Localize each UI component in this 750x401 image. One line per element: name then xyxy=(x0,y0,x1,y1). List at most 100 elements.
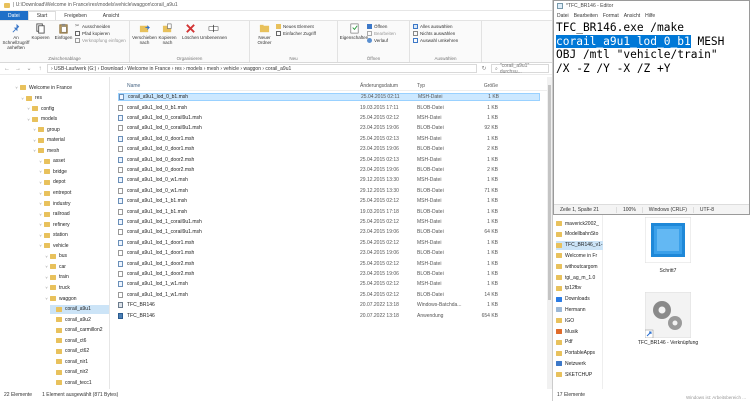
nav-item[interactable]: ˅ train xyxy=(44,273,68,282)
nav-item[interactable]: ˅ res xyxy=(20,94,42,103)
file-row[interactable]: corail_a9u1_lod_1_door2.msh 25.04.2015 02… xyxy=(118,259,540,267)
nav-item[interactable]: corail_nir1 xyxy=(50,357,88,366)
nav-item[interactable]: ˅ vehicle xyxy=(38,241,68,250)
column-size[interactable]: Größe xyxy=(468,83,498,89)
paste-button[interactable]: Einfügen xyxy=(52,23,75,40)
nav-item[interactable]: corail_carmillon2 xyxy=(50,326,103,335)
nav-item[interactable]: ˅ mesh xyxy=(32,146,59,155)
chevron-icon[interactable]: ˅ xyxy=(38,222,43,227)
nav-item[interactable]: corail_ct6 xyxy=(50,336,86,345)
file-list[interactable]: Name Änderungsdatum Typ Größe corail_a9u… xyxy=(110,77,552,389)
file-row[interactable]: corail_a9u1_lod_0_door1.msh 23.04.2015 19… xyxy=(118,145,540,153)
chevron-icon[interactable]: ˅ xyxy=(32,138,37,143)
nav-item[interactable]: ˅ bridge xyxy=(38,167,67,176)
chevron-down-icon[interactable]: ⌄ xyxy=(25,65,33,72)
nav-item[interactable]: ˅ config xyxy=(26,104,54,113)
second-nav-item[interactable]: tp12fbv xyxy=(556,284,581,293)
pin-quick-access-button[interactable]: An Schnellzugriff anheften xyxy=(3,23,29,50)
cut-button[interactable]: ✂ Ausschneiden xyxy=(75,24,126,30)
tab-freigeben[interactable]: Freigeben xyxy=(56,11,95,20)
menu-format[interactable]: Format xyxy=(603,13,619,19)
nav-item[interactable]: ˅ refinery xyxy=(38,220,69,229)
nav-item[interactable]: ˅ industry xyxy=(38,199,70,208)
nav-item[interactable]: ˅ depot xyxy=(38,178,65,187)
edit-button[interactable]: Bearbeiten xyxy=(367,31,396,36)
chevron-icon[interactable]: ˅ xyxy=(38,212,43,217)
second-nav-item[interactable]: Netzwerk xyxy=(556,359,586,368)
second-nav-item[interactable]: Downloads xyxy=(556,295,590,304)
file-row[interactable]: corail_a9u1_lod_0_w1.msh 29.12.2015 13:30… xyxy=(118,187,540,195)
delete-button[interactable]: Löschen xyxy=(179,23,202,40)
nav-item[interactable]: ˅ group xyxy=(32,125,59,134)
nav-item[interactable]: ˅ truck xyxy=(44,283,70,292)
second-nav-item[interactable]: Musik xyxy=(556,327,578,336)
copy-button[interactable]: Kopieren xyxy=(29,23,52,40)
second-nav-item[interactable]: SKETCHUP xyxy=(556,370,592,379)
file-row[interactable]: corail_a9u1_lod_1_door1.msh 25.04.2015 02… xyxy=(118,239,540,247)
tab-start[interactable]: Start xyxy=(27,11,57,20)
nav-item[interactable]: ˅ asset xyxy=(38,157,65,166)
chevron-icon[interactable]: ˅ xyxy=(44,285,49,290)
chevron-icon[interactable]: ˅ xyxy=(38,180,43,185)
menu-ansicht[interactable]: Ansicht xyxy=(624,13,640,19)
chevron-icon[interactable]: ˅ xyxy=(32,148,37,153)
chevron-icon[interactable]: ˅ xyxy=(44,275,49,280)
rename-button[interactable]: Umbenennen xyxy=(200,23,227,40)
file-row[interactable]: corail_a9u1_lod_0_w1.msh 29.12.2015 13:30… xyxy=(118,176,540,184)
chevron-icon[interactable]: ˅ xyxy=(38,243,43,248)
search-input[interactable]: ⌕ "corail_a9u1" durchsu... xyxy=(491,63,549,75)
file-row[interactable]: corail_a9u1_lod_0_corail9u1.msh 23.04.201… xyxy=(118,124,540,132)
chevron-icon[interactable]: ˅ xyxy=(26,106,31,111)
chevron-icon[interactable]: ˅ xyxy=(44,264,49,269)
paste-shortcut-button[interactable]: Verknüpfung einfügen xyxy=(75,38,126,43)
history-button[interactable]: Verlauf xyxy=(367,38,396,43)
chevron-icon[interactable]: ˅ xyxy=(38,191,43,196)
chevron-icon[interactable]: ˅ xyxy=(38,169,43,174)
menu-datei[interactable]: Datei xyxy=(557,13,569,19)
tile-schritt7[interactable]: Schritt7 xyxy=(644,216,692,274)
refresh-icon[interactable]: ↻ xyxy=(480,65,488,72)
second-nav-item[interactable]: PortableApps xyxy=(556,349,595,358)
second-navigation-pane[interactable]: maverick2002_ ModellbahnSto TFC_BR146_v1- W… xyxy=(553,215,603,389)
column-date[interactable]: Änderungsdatum xyxy=(360,83,417,89)
new-element-button[interactable]: Neues Element xyxy=(276,24,316,29)
file-row[interactable]: corail_a9u1_lod_1_b1.msh 19.03.2015 17:18… xyxy=(118,207,540,215)
select-all-button[interactable]: Alles auswählen xyxy=(413,24,458,29)
column-name[interactable]: Name xyxy=(118,83,360,89)
file-row[interactable]: corail_a9u1_lod_1_w1.msh 25.04.2015 02:12… xyxy=(118,291,540,299)
column-type[interactable]: Typ xyxy=(417,83,468,89)
nav-item[interactable]: ˅ waggon xyxy=(44,294,76,303)
nav-item[interactable]: ˅ Welcome in France xyxy=(14,83,72,92)
file-row[interactable]: corail_a9u1_lod_0_door2.msh 23.04.2015 19… xyxy=(118,166,540,174)
second-nav-item[interactable]: IGO xyxy=(556,316,574,325)
chevron-icon[interactable]: ˅ xyxy=(44,296,49,301)
new-folder-button[interactable]: Neuer Ordner xyxy=(253,23,276,45)
second-nav-item[interactable]: withoutcargom xyxy=(556,262,598,271)
nav-item[interactable]: ˅ models xyxy=(26,115,57,124)
chevron-icon[interactable]: ˅ xyxy=(44,254,49,259)
nav-item[interactable]: corail_tecc1 xyxy=(50,378,92,387)
tab-ansicht[interactable]: Ansicht xyxy=(95,11,127,20)
file-row[interactable]: corail_a9u1_lod_1_corail9u1.msh 23.04.201… xyxy=(118,228,540,236)
nav-item[interactable]: ˅ car xyxy=(44,262,66,271)
nav-item[interactable]: corail_a9u1 xyxy=(50,304,109,314)
navigation-pane[interactable]: ˅ Welcome in France ˅ res ˅ config ˅ models ˅ gro… xyxy=(0,77,110,389)
file-row[interactable]: corail_a9u1_lod_1_w1.msh 25.04.2015 02:12… xyxy=(118,280,540,288)
nav-item[interactable]: corail_ct62 xyxy=(50,347,89,356)
menu-bearbeiten[interactable]: Bearbeiten xyxy=(574,13,598,19)
file-row[interactable]: TFC_BR146 20.07.2022 13:18 Windows-Batchda… xyxy=(118,301,540,309)
second-nav-item[interactable]: TFC_BR146_v1- xyxy=(556,240,603,250)
chevron-icon[interactable]: ˅ xyxy=(26,117,31,122)
chevron-icon[interactable]: ˅ xyxy=(20,96,25,101)
move-to-button[interactable]: Verschieben nach xyxy=(132,23,157,45)
nav-item[interactable]: ˅ entrepot xyxy=(38,189,71,198)
nav-item[interactable]: ˅ railroad xyxy=(38,210,69,219)
tile-shortcut[interactable]: TFC_BR146 - Verknüpfung xyxy=(637,291,699,346)
chevron-icon[interactable]: ˅ xyxy=(38,159,43,164)
file-row[interactable]: corail_a9u1_lod_1_b1.msh 25.04.2015 02:12… xyxy=(118,197,540,205)
address-bar[interactable]: › USB-Laufwerk (G:) › Download › Welcome… xyxy=(47,64,477,73)
nav-item[interactable]: corail_nir2 xyxy=(50,368,88,377)
copy-path-button[interactable]: Pfad kopieren xyxy=(75,31,126,36)
tab-datei[interactable]: Datei xyxy=(0,11,28,20)
notepad-text-area[interactable]: TFC_BR146.exe /make corail_a9u1_lod_0_b1… xyxy=(556,21,747,204)
